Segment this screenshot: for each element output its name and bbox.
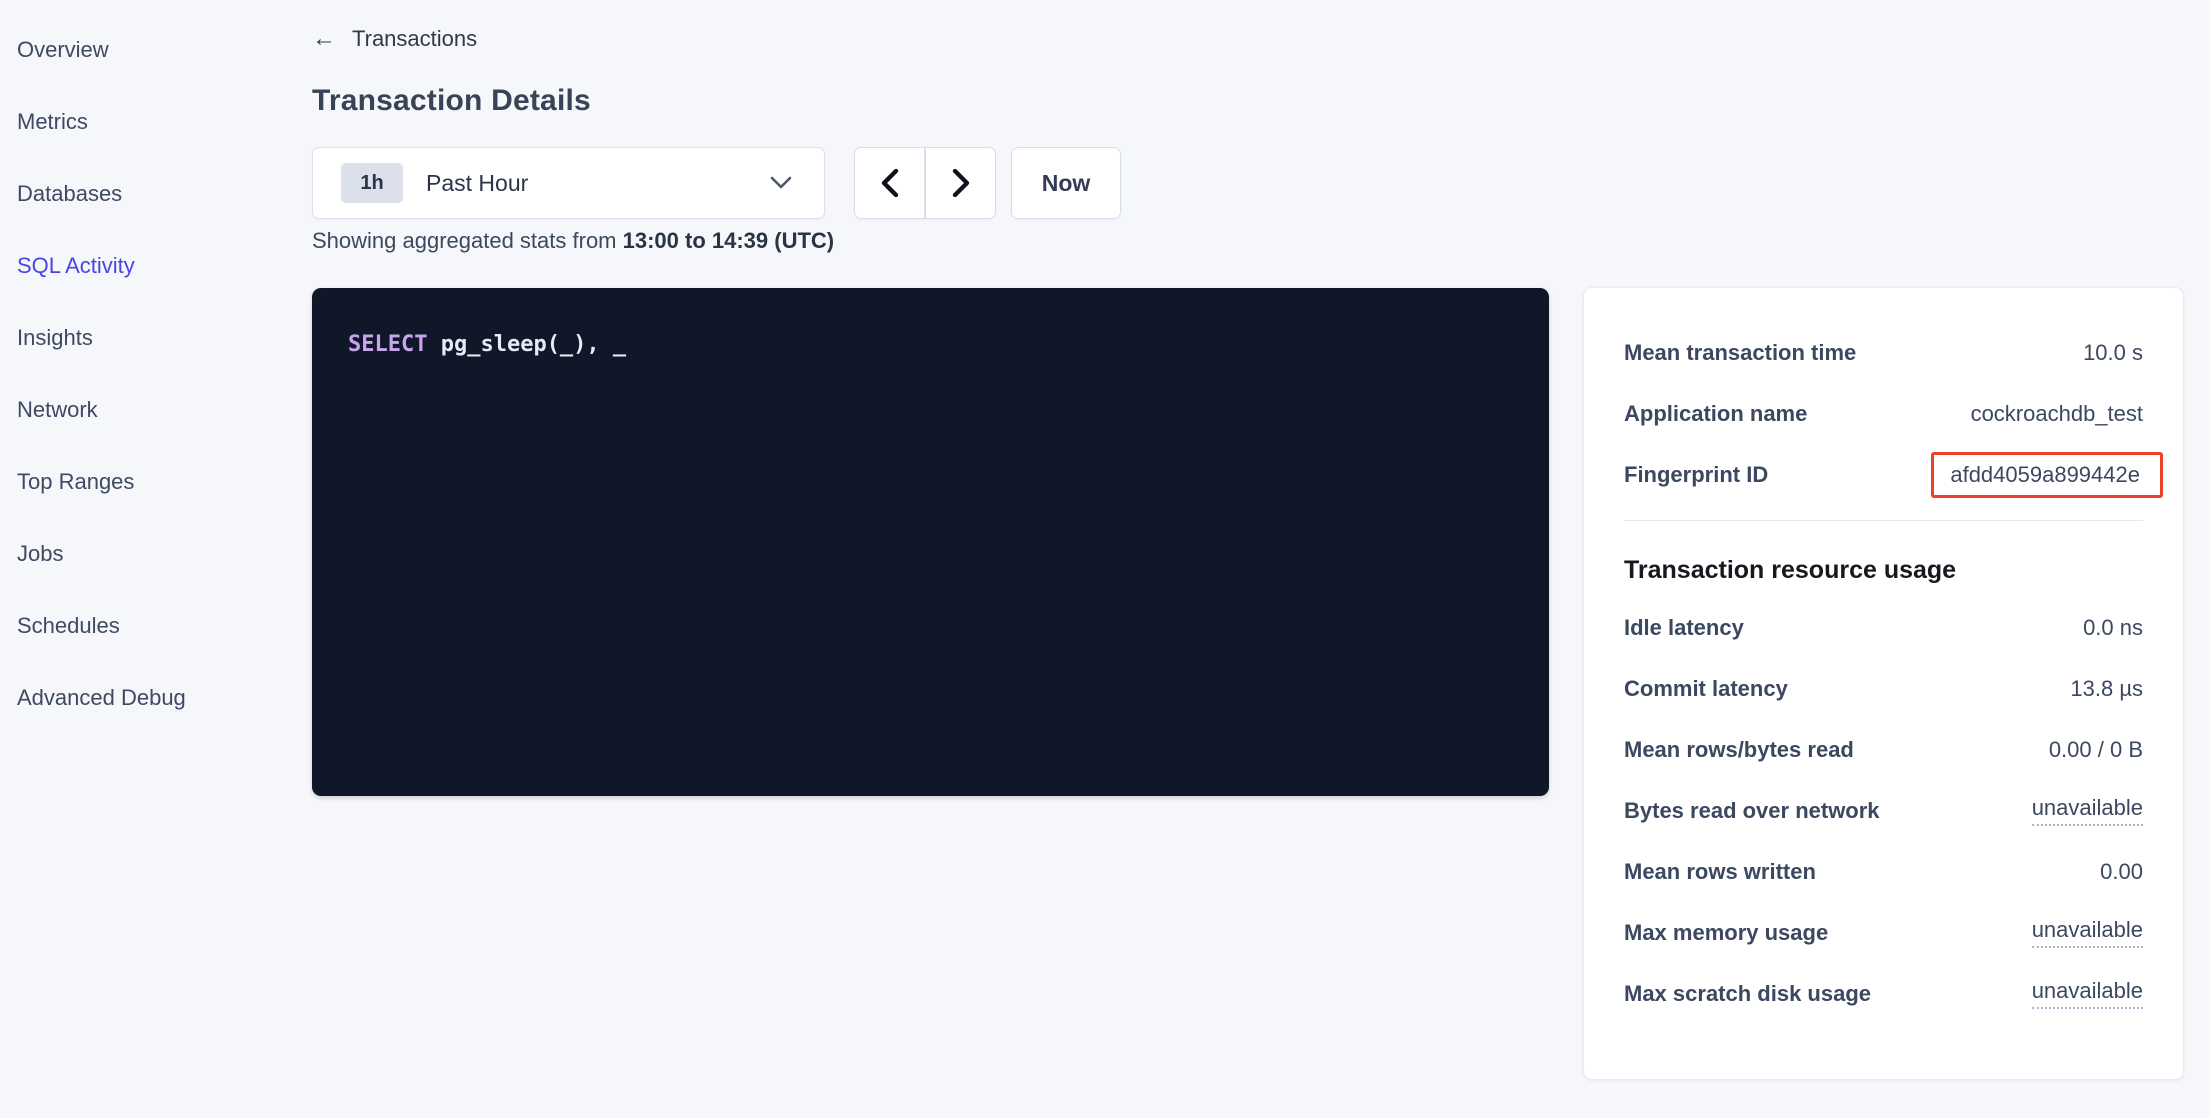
back-arrow-icon[interactable]: ← bbox=[312, 27, 336, 51]
page-title: Transaction Details bbox=[312, 84, 591, 118]
aggregated-stats-caption: Showing aggregated stats from 13:00 to 1… bbox=[312, 228, 834, 254]
sql-statement-text: SELECT pg_sleep(_), _ bbox=[348, 332, 1513, 357]
application-name-value: cockroachdb_test bbox=[1971, 401, 2143, 427]
bytes-read-over-network-label: Bytes read over network bbox=[1624, 798, 1880, 824]
mean-rows-written-value: 0.00 bbox=[2100, 859, 2143, 885]
mean-rows-written-row: Mean rows written 0.00 bbox=[1624, 841, 2143, 902]
mean-transaction-time-row: Mean transaction time 10.0 s bbox=[1624, 322, 2143, 383]
resource-usage-heading: Transaction resource usage bbox=[1624, 556, 2143, 585]
chevron-down-icon bbox=[770, 176, 792, 190]
breadcrumb-label[interactable]: Transactions bbox=[352, 26, 477, 52]
card-divider bbox=[1624, 520, 2143, 521]
time-range-dropdown[interactable]: 1h Past Hour bbox=[312, 147, 825, 219]
sidebar-item-advanced-debug[interactable]: Advanced Debug bbox=[0, 662, 290, 734]
sidebar-item-sql-activity[interactable]: SQL Activity bbox=[0, 230, 290, 302]
chevron-right-icon bbox=[952, 169, 970, 197]
aggregated-stats-range: 13:00 to 14:39 (UTC) bbox=[623, 228, 835, 253]
sidebar-item-insights[interactable]: Insights bbox=[0, 302, 290, 374]
sidebar-item-metrics[interactable]: Metrics bbox=[0, 86, 290, 158]
sidebar-item-top-ranges[interactable]: Top Ranges bbox=[0, 446, 290, 518]
mean-transaction-time-label: Mean transaction time bbox=[1624, 340, 1856, 366]
sidebar-item-overview[interactable]: Overview bbox=[0, 14, 290, 86]
sidebar-nav: Overview Metrics Databases SQL Activity … bbox=[0, 0, 290, 1118]
bytes-read-over-network-row: Bytes read over network unavailable bbox=[1624, 780, 2143, 841]
sidebar-item-databases[interactable]: Databases bbox=[0, 158, 290, 230]
bytes-read-over-network-value[interactable]: unavailable bbox=[2032, 795, 2143, 826]
commit-latency-row: Commit latency 13.8 µs bbox=[1624, 658, 2143, 719]
fingerprint-id-value: afdd4059a899442e bbox=[1931, 452, 2163, 498]
max-memory-usage-label: Max memory usage bbox=[1624, 920, 1828, 946]
mean-rows-bytes-read-label: Mean rows/bytes read bbox=[1624, 737, 1854, 763]
application-name-row: Application name cockroachdb_test bbox=[1624, 383, 2143, 444]
fingerprint-id-row: Fingerprint ID afdd4059a899442e bbox=[1624, 444, 2143, 505]
commit-latency-value: 13.8 µs bbox=[2070, 676, 2143, 702]
sidebar-item-schedules[interactable]: Schedules bbox=[0, 590, 290, 662]
transaction-details-card: Mean transaction time 10.0 s Application… bbox=[1583, 287, 2184, 1080]
mean-rows-written-label: Mean rows written bbox=[1624, 859, 1816, 885]
time-range-selected-value: Past Hour bbox=[426, 170, 528, 197]
mean-rows-bytes-read-row: Mean rows/bytes read 0.00 / 0 B bbox=[1624, 719, 2143, 780]
application-name-label: Application name bbox=[1624, 401, 1807, 427]
next-interval-button[interactable] bbox=[925, 147, 996, 219]
sql-keyword: SELECT bbox=[348, 332, 427, 357]
mean-transaction-time-value: 10.0 s bbox=[2083, 340, 2143, 366]
previous-interval-button[interactable] bbox=[854, 147, 925, 219]
idle-latency-row: Idle latency 0.0 ns bbox=[1624, 597, 2143, 658]
mean-rows-bytes-read-value: 0.00 / 0 B bbox=[2049, 737, 2143, 763]
commit-latency-label: Commit latency bbox=[1624, 676, 1788, 702]
idle-latency-value: 0.0 ns bbox=[2083, 615, 2143, 641]
sql-statement-rest: pg_sleep(_), _ bbox=[427, 332, 626, 357]
max-memory-usage-row: Max memory usage unavailable bbox=[1624, 902, 2143, 963]
chevron-left-icon bbox=[881, 169, 899, 197]
fingerprint-id-label: Fingerprint ID bbox=[1624, 462, 1768, 488]
max-scratch-disk-usage-label: Max scratch disk usage bbox=[1624, 981, 1871, 1007]
breadcrumb[interactable]: ← Transactions bbox=[312, 26, 477, 52]
max-scratch-disk-usage-value[interactable]: unavailable bbox=[2032, 978, 2143, 1009]
time-range-badge: 1h bbox=[341, 163, 403, 203]
max-memory-usage-value[interactable]: unavailable bbox=[2032, 917, 2143, 948]
max-scratch-disk-usage-row: Max scratch disk usage unavailable bbox=[1624, 963, 2143, 1024]
sql-statement-box: SELECT pg_sleep(_), _ bbox=[312, 288, 1549, 796]
idle-latency-label: Idle latency bbox=[1624, 615, 1744, 641]
now-button[interactable]: Now bbox=[1011, 147, 1121, 219]
aggregated-stats-prefix: Showing aggregated stats from bbox=[312, 228, 623, 253]
sidebar-item-jobs[interactable]: Jobs bbox=[0, 518, 290, 590]
sidebar-item-network[interactable]: Network bbox=[0, 374, 290, 446]
time-interval-arrows bbox=[854, 147, 996, 219]
